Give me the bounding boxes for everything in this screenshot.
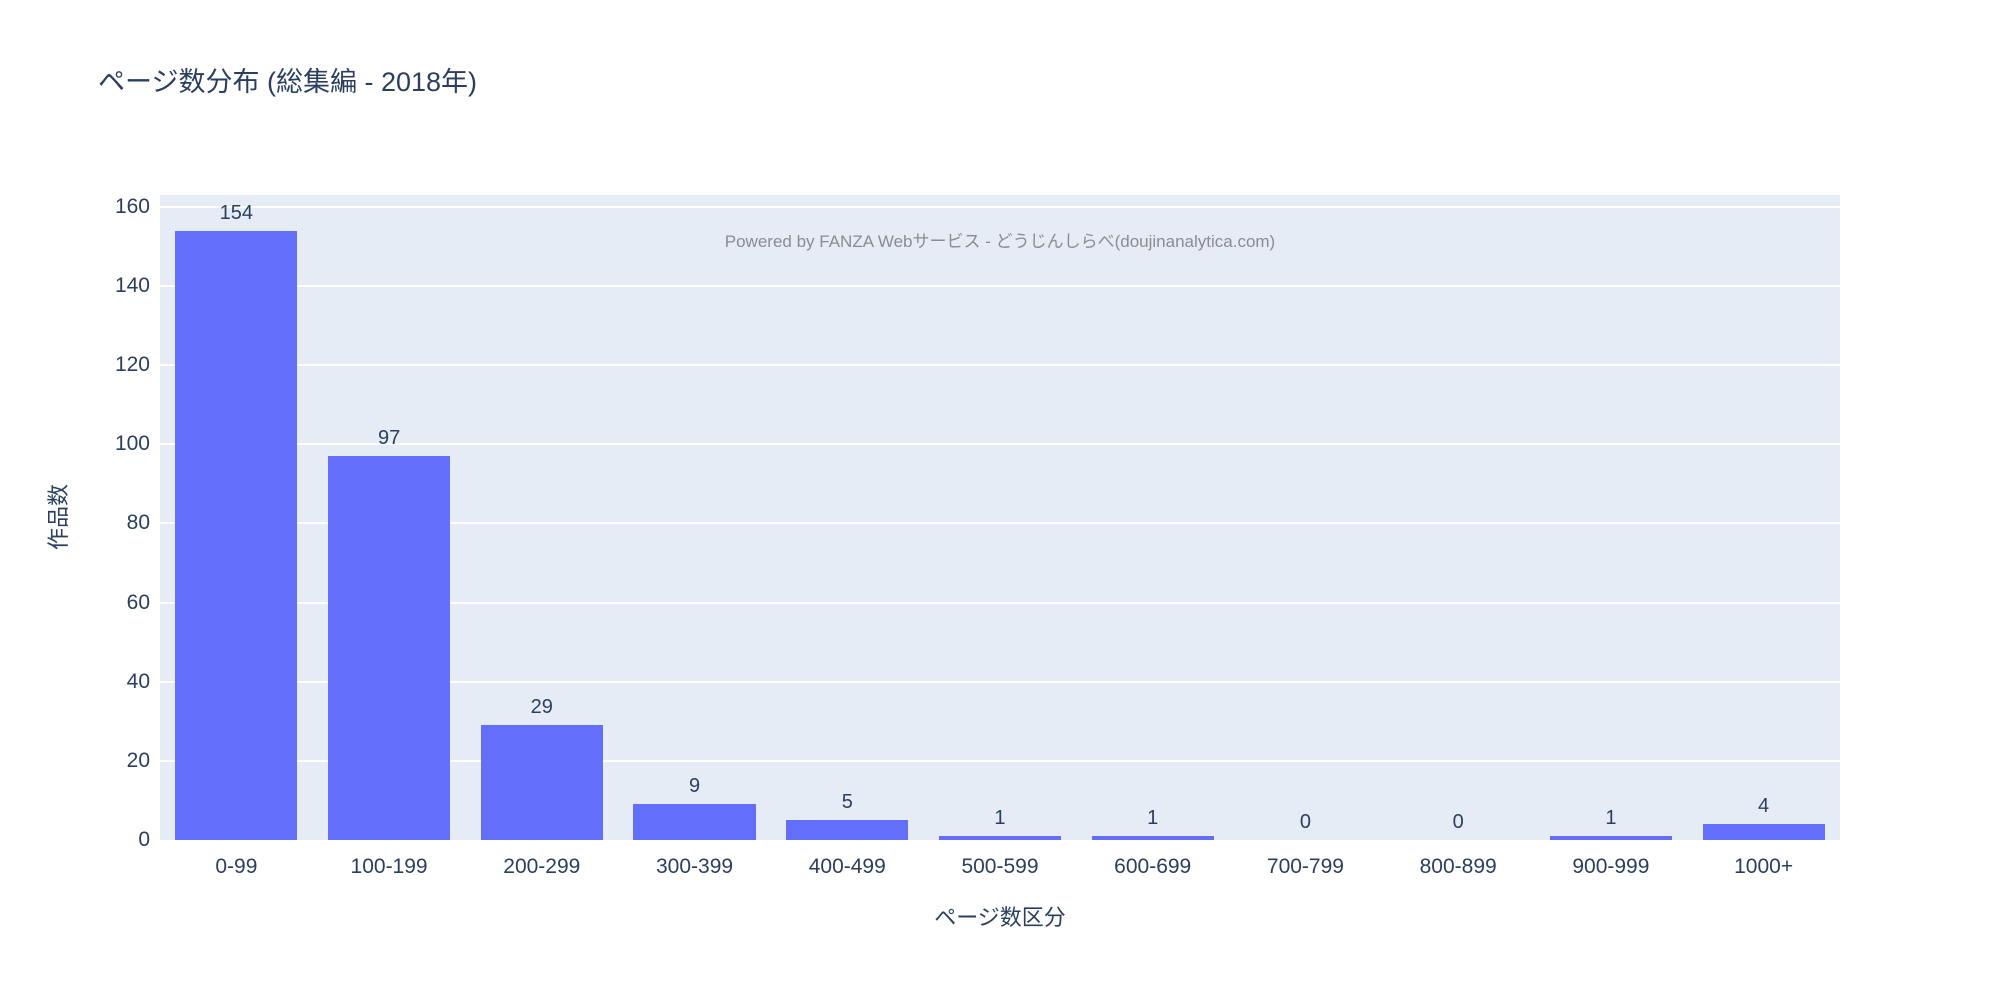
x-tick-label: 500-599 [924, 855, 1077, 879]
x-tick-label: 400-499 [771, 855, 924, 879]
chart-figure: ページ数分布 (総集編 - 2018年) Powered by FANZA We… [0, 0, 2000, 1000]
bar-value-label: 0 [1397, 810, 1519, 834]
gridline [160, 364, 1840, 366]
bar-value-label: 1 [939, 806, 1061, 830]
bar-value-label: 29 [481, 695, 603, 719]
x-tick-label: 200-299 [465, 855, 618, 879]
x-tick-label: 0-99 [160, 855, 313, 879]
watermark-annotation: Powered by FANZA Webサービス - どうじんしらべ(douji… [160, 227, 1840, 252]
y-tick-label: 140 [80, 274, 150, 298]
bar-value-label: 97 [328, 426, 450, 450]
chart-title: ページ数分布 (総集編 - 2018年) [98, 60, 477, 99]
x-tick-label: 700-799 [1229, 855, 1382, 879]
y-tick-label: 40 [80, 670, 150, 694]
bar-200-299[interactable] [481, 725, 603, 840]
y-tick-label: 60 [80, 591, 150, 615]
bar-600-699[interactable] [1092, 836, 1214, 840]
y-tick-label: 0 [80, 828, 150, 852]
bar-value-label: 154 [175, 201, 297, 225]
bar-value-label: 4 [1703, 794, 1825, 818]
x-tick-label: 900-999 [1535, 855, 1688, 879]
bar-value-label: 0 [1244, 810, 1366, 834]
y-tick-label: 160 [80, 195, 150, 219]
x-tick-label: 100-199 [313, 855, 466, 879]
x-tick-label: 600-699 [1076, 855, 1229, 879]
bar-300-399[interactable] [633, 804, 755, 840]
y-axis-title: 作品数 [41, 484, 73, 550]
bar-0-99[interactable] [175, 231, 297, 840]
y-tick-label: 20 [80, 749, 150, 773]
bar-value-label: 5 [786, 790, 908, 814]
bar-value-label: 1 [1550, 806, 1672, 830]
bar-value-label: 9 [633, 774, 755, 798]
y-tick-label: 100 [80, 432, 150, 456]
bar-1000+[interactable] [1703, 824, 1825, 840]
x-tick-label: 300-399 [618, 855, 771, 879]
bar-100-199[interactable] [328, 456, 450, 840]
gridline [160, 285, 1840, 287]
bar-900-999[interactable] [1550, 836, 1672, 840]
plot-area[interactable]: Powered by FANZA Webサービス - どうじんしらべ(douji… [160, 195, 1840, 840]
x-tick-label: 800-899 [1382, 855, 1535, 879]
bar-400-499[interactable] [786, 820, 908, 840]
gridline [160, 206, 1840, 208]
y-tick-label: 120 [80, 353, 150, 377]
x-tick-label: 1000+ [1687, 855, 1840, 879]
bar-500-599[interactable] [939, 836, 1061, 840]
bar-value-label: 1 [1092, 806, 1214, 830]
x-axis-title: ページ数区分 [160, 900, 1840, 932]
y-tick-label: 80 [80, 511, 150, 535]
